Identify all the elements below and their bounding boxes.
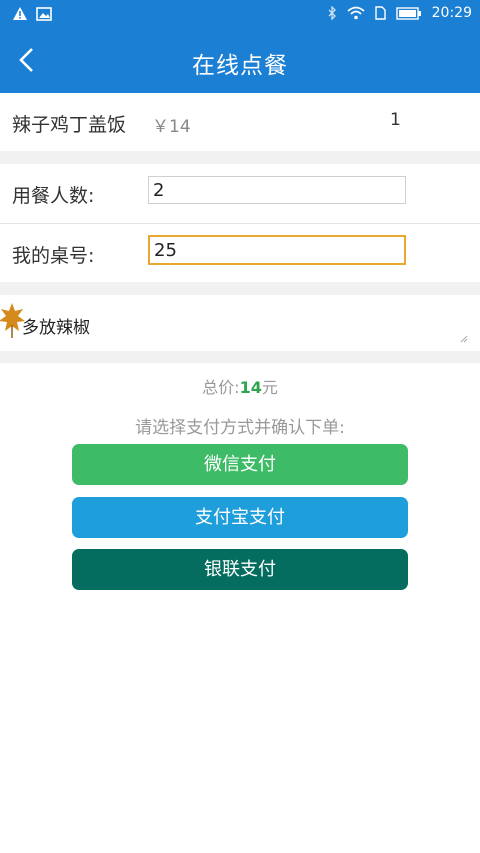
page-title: 在线点餐 [192, 53, 288, 79]
diners-label: 用餐人数: [12, 185, 95, 207]
status-bar: 20:29 [0, 0, 480, 28]
payment-hint: 请选择支付方式并确认下单: [135, 418, 345, 438]
total-amount: 14 [239, 378, 262, 397]
order-item-row: 辣子鸡丁盖饭 ￥14 1 [0, 93, 480, 151]
status-time: 20:29 [431, 5, 472, 21]
battery-icon [395, 6, 421, 20]
alipay-button[interactable]: 支付宝支付 [72, 497, 408, 538]
item-quantity: 1 [390, 110, 401, 130]
image-icon [36, 6, 52, 21]
item-price: ￥14 [152, 117, 191, 137]
app-bar: 在线点餐 [0, 28, 480, 93]
wechat-pay-button[interactable]: 微信支付 [72, 444, 408, 485]
table-label: 我的桌号: [12, 245, 95, 267]
table-row: 我的桌号: [0, 224, 480, 282]
divider [0, 282, 480, 295]
warning-icon [13, 7, 27, 20]
sim-icon [374, 6, 386, 20]
divider [0, 151, 480, 164]
note-textarea[interactable]: 多放辣椒 [0, 295, 480, 351]
diners-row: 用餐人数: [0, 164, 480, 224]
note-text: 多放辣椒 [22, 318, 90, 338]
diners-input[interactable] [148, 176, 406, 204]
total-unit: 元 [261, 378, 278, 397]
total-label: 总价: [202, 378, 240, 397]
wifi-icon [347, 6, 365, 20]
total-price: 总价:14元 [0, 374, 480, 398]
unionpay-button[interactable]: 银联支付 [72, 549, 408, 590]
bluetooth-icon [328, 5, 336, 21]
table-number-input[interactable] [148, 235, 406, 265]
item-name: 辣子鸡丁盖饭 [12, 114, 127, 136]
resize-handle-icon[interactable] [460, 335, 468, 343]
divider [0, 351, 480, 363]
